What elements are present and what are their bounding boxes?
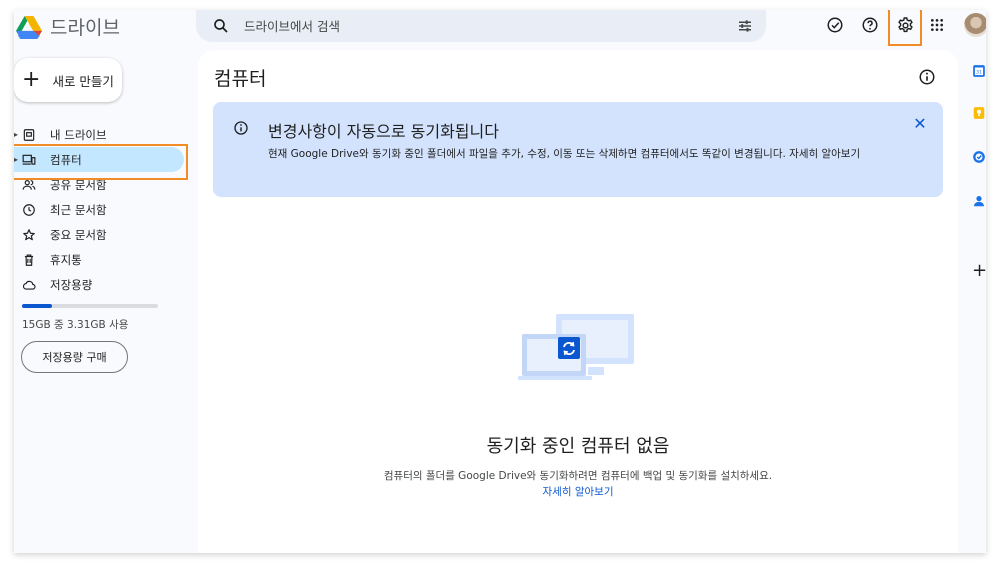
page-title: 컴퓨터 xyxy=(214,68,267,90)
empty-state-title: 동기화 중인 컴퓨터 없음 xyxy=(486,436,670,457)
storage-usage-text: 15GB 중 3.31GB 사용 xyxy=(22,319,129,331)
search-options-icon[interactable] xyxy=(736,17,754,35)
settings-highlight-box xyxy=(888,10,922,46)
sidebar-item-label: 휴지통 xyxy=(50,252,82,267)
sidebar-item-label: 저장용량 xyxy=(50,277,93,292)
trash-icon xyxy=(22,253,36,267)
add-addon-icon[interactable]: + xyxy=(972,262,986,280)
empty-state-description: 컴퓨터의 폴더를 Google Drive와 동기화하려면 컴퓨터에 백업 및 … xyxy=(383,470,773,482)
drive-window: 드라이브 + 새로 만들기 ▸ 내 드라이브 ▸ xyxy=(14,10,986,553)
cloud-icon xyxy=(22,278,36,292)
buy-storage-button[interactable]: 저장용량 구매 xyxy=(21,341,128,373)
star-icon xyxy=(22,228,36,242)
tasks-icon[interactable] xyxy=(972,150,986,164)
drive-logo[interactable]: 드라이브 xyxy=(16,13,120,40)
info-icon[interactable] xyxy=(918,68,936,86)
banner-body: 현재 Google Drive와 동기화 중인 폴더에서 파일을 추가, 수정,… xyxy=(268,148,861,160)
sidebar-item-trash[interactable]: 휴지통 xyxy=(14,247,189,272)
clock-icon xyxy=(22,203,36,217)
storage-progress-fill xyxy=(22,304,52,308)
search-bar[interactable] xyxy=(196,10,766,42)
contacts-icon[interactable] xyxy=(972,194,986,208)
sidebar-item-storage[interactable]: 저장용량 xyxy=(14,272,189,297)
sync-computers-illustration xyxy=(518,314,634,380)
sidebar-item-recent[interactable]: 최근 문서함 xyxy=(14,197,189,222)
search-input[interactable] xyxy=(244,18,736,34)
keep-icon[interactable] xyxy=(972,106,986,120)
sync-info-banner: 변경사항이 자동으로 동기화됩니다 현재 Google Drive와 동기화 중… xyxy=(213,102,943,197)
sidebar-item-label: 중요 문서함 xyxy=(50,227,107,242)
banner-title: 변경사항이 자동으로 동기화됩니다 xyxy=(268,122,499,141)
google-drive-icon xyxy=(16,15,42,39)
computers-highlight-box xyxy=(14,144,188,180)
storage-progress-bar xyxy=(22,304,158,308)
calendar-icon[interactable]: 31 xyxy=(972,64,986,78)
sidebar-item-starred[interactable]: 중요 문서함 xyxy=(14,222,189,247)
svg-text:31: 31 xyxy=(976,69,982,75)
new-button[interactable]: + 새로 만들기 xyxy=(14,58,122,102)
search-icon[interactable] xyxy=(212,17,230,35)
expand-caret-icon[interactable]: ▸ xyxy=(14,130,18,139)
learn-more-link[interactable]: 자세히 알아보기 xyxy=(198,484,958,499)
new-button-label: 새로 만들기 xyxy=(52,73,114,89)
main-content: 컴퓨터 변경사항이 자동으로 동기화됩니다 현재 Google Drive와 동… xyxy=(198,50,958,553)
sidebar-item-label: 내 드라이브 xyxy=(50,127,107,142)
apps-grid-icon[interactable] xyxy=(926,14,948,36)
app-name: 드라이브 xyxy=(50,17,120,39)
info-icon xyxy=(234,121,248,135)
account-avatar[interactable] xyxy=(964,13,986,37)
plus-icon: + xyxy=(22,67,41,92)
help-icon[interactable] xyxy=(859,14,881,36)
sidebar-item-label: 최근 문서함 xyxy=(50,202,107,217)
close-icon[interactable]: ✕ xyxy=(911,114,929,133)
my-drive-icon xyxy=(22,128,36,142)
offline-ready-icon[interactable] xyxy=(824,14,846,36)
